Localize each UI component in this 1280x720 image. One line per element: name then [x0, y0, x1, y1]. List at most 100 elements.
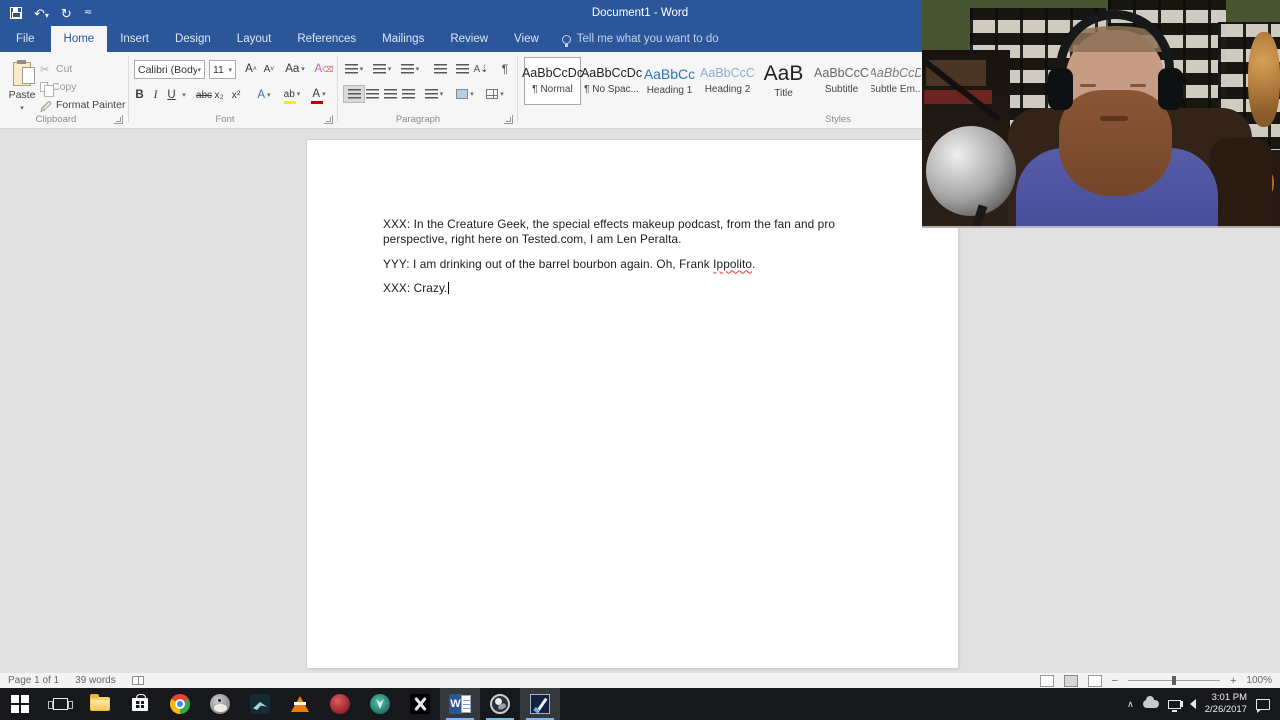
taskbar-chrome[interactable] [160, 688, 200, 720]
tab-design[interactable]: Design [162, 26, 224, 52]
tell-me-box[interactable]: Tell me what you want to do [552, 26, 729, 52]
taskbar-clock[interactable]: 3:01 PM 2/26/2017 [1205, 692, 1247, 716]
chrome-icon [170, 694, 190, 714]
paste-button[interactable]: Paste ▾ [6, 58, 38, 120]
tab-references[interactable]: References [284, 26, 369, 52]
tell-me-label: Tell me what you want to do [577, 33, 719, 45]
sort-button[interactable]: A⇣ [470, 60, 492, 78]
tab-view[interactable]: View [501, 26, 552, 52]
change-case-button[interactable]: Aa▾ [284, 60, 306, 78]
style-subtitle[interactable]: AaBbCcC Subtitle [813, 57, 870, 105]
zoom-slider[interactable] [1128, 680, 1220, 681]
image-editor-icon [530, 694, 550, 714]
taskbar-image-editor[interactable] [520, 688, 560, 720]
taskbar-red-app[interactable] [320, 688, 360, 720]
style-heading2[interactable]: AaBbCcC Heading 2 [699, 57, 756, 105]
superscript-button[interactable]: x² [228, 86, 244, 104]
borders-button[interactable]: ▾ [482, 85, 508, 103]
zoom-slider-thumb[interactable] [1172, 676, 1176, 685]
shading-button[interactable]: ▾ [452, 85, 478, 103]
taskbar-store[interactable] [120, 688, 160, 720]
fan-app-icon [410, 694, 430, 714]
bullets-button[interactable]: ▾ [343, 60, 365, 78]
misspelled-word[interactable]: Ippolito [713, 257, 752, 271]
word-count[interactable]: 39 words [75, 675, 116, 686]
vlc-icon [291, 696, 309, 712]
proofing-errors-icon[interactable] [132, 676, 144, 685]
taskbar-gimp[interactable] [200, 688, 240, 720]
paragraph-1[interactable]: XXX: In the Creature Geek, the special e… [383, 217, 887, 248]
numbering-button[interactable]: ▾ [371, 60, 393, 78]
justify-button[interactable] [397, 85, 419, 103]
system-tray: ∧ 3:01 PM 2/26/2017 [1127, 692, 1280, 716]
underline-button[interactable]: U [165, 86, 178, 104]
multilevel-list-icon [401, 64, 414, 75]
taskbar-word[interactable]: W [440, 688, 480, 720]
font-group-label: Font [180, 114, 270, 125]
copy-button[interactable]: Copy [40, 79, 77, 95]
zoom-level[interactable]: 100% [1246, 675, 1272, 686]
tab-mailings[interactable]: Mailings [369, 26, 437, 52]
web-layout-icon[interactable] [1088, 675, 1102, 687]
borders-icon [486, 89, 498, 99]
tab-insert[interactable]: Insert [107, 26, 162, 52]
volume-icon[interactable] [1190, 699, 1196, 709]
zoom-out-button[interactable]: − [1112, 675, 1118, 687]
show-hide-pilcrow-button[interactable]: ¶ [494, 60, 516, 78]
page-indicator[interactable]: Page 1 of 1 [8, 675, 59, 686]
tab-home[interactable]: Home [51, 26, 108, 52]
read-mode-icon[interactable] [1040, 675, 1054, 687]
taskbar-file-explorer[interactable] [80, 688, 120, 720]
format-painter-button[interactable]: Format Painter [40, 97, 125, 113]
microphone [926, 126, 1016, 216]
shrink-font-button[interactable]: A˅ [261, 60, 277, 78]
underline-caret-icon[interactable]: ▾ [179, 86, 187, 104]
start-button[interactable] [0, 688, 40, 720]
taskbar-fan-app[interactable] [400, 688, 440, 720]
highlight-color-button[interactable]: ab ▾ [279, 85, 305, 103]
taskbar-obs[interactable] [480, 688, 520, 720]
grow-font-button[interactable]: A˄ [243, 60, 259, 78]
style-no-spacing[interactable]: AaBbCcDc ¶ No Spac... [583, 57, 640, 105]
tab-layout[interactable]: Layout [224, 26, 285, 52]
tab-file[interactable]: File [0, 26, 51, 52]
paragraph-3[interactable]: XXX: Crazy. [383, 281, 887, 296]
decrease-indent-button[interactable] [429, 60, 451, 78]
paragraph-2[interactable]: YYY: I am drinking out of the barrel bou… [383, 257, 887, 272]
align-left-icon [348, 89, 361, 100]
zoom-in-button[interactable]: + [1230, 675, 1236, 687]
font-family-combo[interactable]: Calibri (Body) ▾ [134, 60, 205, 79]
paragraph-dialog-launcher-icon[interactable] [504, 115, 513, 124]
text-effects-button[interactable]: A▾ [252, 86, 276, 104]
taskbar-green-app[interactable] [360, 688, 400, 720]
tab-review[interactable]: Review [437, 26, 501, 52]
clipboard-dialog-launcher-icon[interactable] [114, 115, 123, 124]
taskbar-vlc[interactable] [280, 688, 320, 720]
document-text[interactable]: XXX: In the Creature Geek, the special e… [383, 217, 887, 305]
line-spacing-button[interactable]: ▾ [421, 85, 447, 103]
task-view-button[interactable] [40, 688, 80, 720]
style-normal[interactable]: AaBbCcDc ¶ Normal [524, 57, 581, 105]
font-size-value: 11 [213, 64, 224, 76]
action-center-icon[interactable] [1256, 699, 1270, 710]
store-icon [132, 698, 148, 711]
bold-button[interactable]: B [133, 86, 146, 104]
subscript-button[interactable]: x₂ [211, 86, 227, 104]
document-page[interactable]: XXX: In the Creature Geek, the special e… [307, 140, 958, 668]
print-layout-icon[interactable] [1064, 675, 1078, 687]
style-heading1[interactable]: AaBbCc Heading 1 [641, 57, 698, 105]
tray-expand-icon[interactable]: ∧ [1127, 699, 1134, 710]
cloud-tray-icon[interactable] [1143, 700, 1159, 708]
style-subtle-emphasis[interactable]: AaBbCcD Subtle Em... [871, 57, 921, 105]
font-dialog-launcher-icon[interactable] [324, 115, 333, 124]
font-color-button[interactable]: A ▾ [307, 85, 331, 103]
highlight-color-bar [284, 101, 296, 104]
clock-date: 2/26/2017 [1205, 704, 1247, 716]
italic-button[interactable]: I [150, 86, 161, 104]
clear-formatting-button[interactable]: A⌫ [316, 60, 332, 78]
taskbar-teal-app[interactable] [240, 688, 280, 720]
font-size-combo[interactable]: 11 ▾ [209, 60, 236, 79]
cut-button[interactable]: Cut [40, 61, 72, 77]
multilevel-list-button[interactable]: ▾ [399, 60, 421, 78]
style-title[interactable]: AaB Title [755, 57, 812, 105]
